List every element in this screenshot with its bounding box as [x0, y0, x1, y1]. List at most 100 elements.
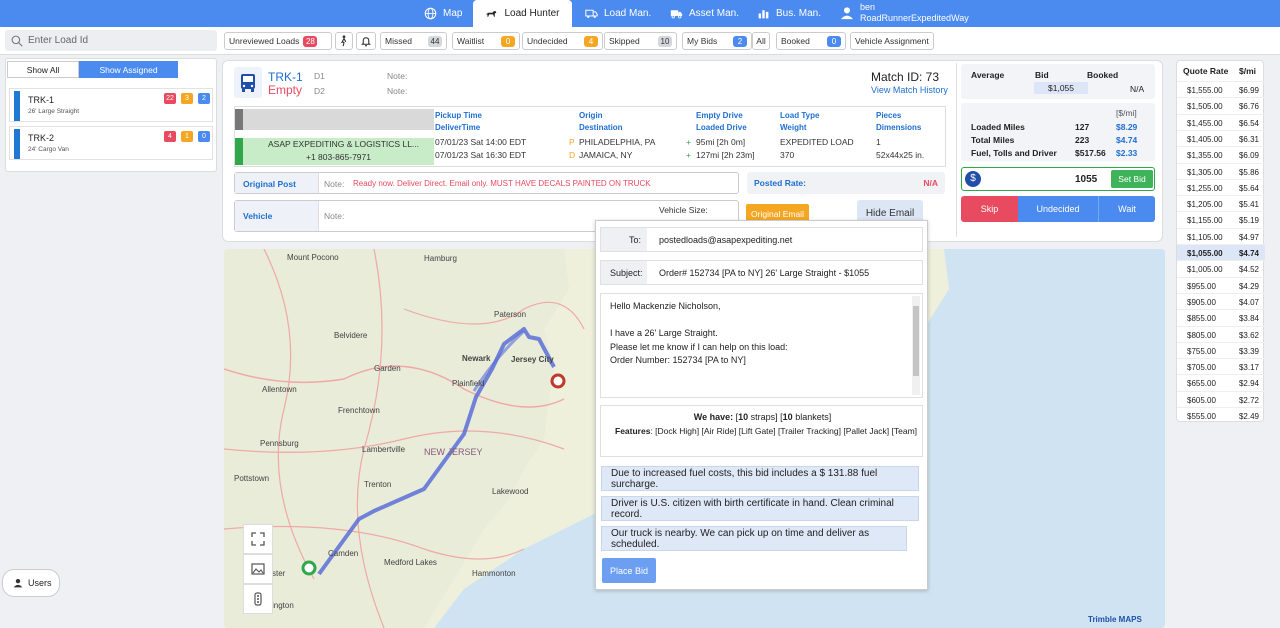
- suggestion-driver[interactable]: Driver is U.S. citizen with birth certif…: [601, 496, 919, 521]
- skipped-filter[interactable]: Skipped 10: [604, 32, 677, 50]
- map-attribution: Trimble MAPS: [1088, 615, 1142, 624]
- place-bid-button[interactable]: Place Bid: [602, 558, 656, 583]
- quote-per-mile: $4.74: [1238, 249, 1259, 258]
- truck-item-trk-2[interactable]: TRK-2 24' Cargo Van 4 1 0: [9, 126, 213, 160]
- quote-row[interactable]: $1,455.00 $6.54: [1177, 113, 1265, 130]
- notifications-button[interactable]: [356, 32, 376, 50]
- original-post-row: Original Post Note: Ready now. Deliver D…: [234, 172, 739, 194]
- map-label: Hamburg: [424, 254, 457, 263]
- quote-per-mile: $5.41: [1238, 200, 1259, 210]
- quote-row[interactable]: $1,505.00 $6.76: [1177, 97, 1265, 113]
- mybids-label: My Bids: [687, 36, 718, 46]
- quote-row[interactable]: $855.00 $3.84: [1177, 309, 1265, 325]
- show-assigned-button[interactable]: Show Assigned: [79, 61, 178, 78]
- subject-value: Order# 152734 [PA to NY] 26' Large Strai…: [659, 268, 870, 278]
- map-label: ington: [272, 601, 294, 610]
- body-scrollbar[interactable]: [912, 296, 920, 395]
- quote-row[interactable]: $705.00 $3.17: [1177, 358, 1265, 374]
- show-all-button[interactable]: Show All: [7, 61, 79, 78]
- load-truck-status: Empty: [268, 83, 303, 97]
- map-label: Newark: [462, 354, 491, 363]
- users-button[interactable]: Users: [2, 569, 60, 597]
- quote-row[interactable]: $1,355.00 $6.09: [1177, 146, 1265, 162]
- quote-per-mile: $4.52: [1238, 265, 1259, 275]
- nav-bus-man[interactable]: Bus. Man.: [757, 0, 821, 27]
- to-label: To:: [629, 235, 642, 245]
- nav-asset-man[interactable]: Asset Man.: [670, 0, 739, 27]
- quote-row[interactable]: $1,055.00 $4.74: [1177, 244, 1265, 260]
- quote-row[interactable]: $655.00 $2.94: [1177, 374, 1265, 390]
- view-match-history-link[interactable]: View Match History: [871, 85, 948, 95]
- unreviewed-loads-filter[interactable]: Unreviewed Loads 28: [224, 32, 332, 50]
- missed-filter[interactable]: Missed 44: [380, 32, 447, 50]
- map-style-button[interactable]: [243, 554, 273, 584]
- fullscreen-button[interactable]: [243, 524, 273, 554]
- vehicle-assignment-button[interactable]: Vehicle Assignment: [850, 32, 934, 50]
- map-label: Camden: [328, 549, 359, 558]
- origin-city: PHILADELPHIA, PA: [579, 137, 656, 147]
- quote-row[interactable]: $1,155.00 $5.19: [1177, 211, 1265, 227]
- fuel-value: $517.56: [1075, 148, 1106, 158]
- posted-rate-label: Posted Rate:: [754, 178, 806, 188]
- quote-row[interactable]: $1,405.00 $6.31: [1177, 129, 1265, 146]
- wait-button[interactable]: Wait: [1098, 196, 1155, 222]
- subject-field[interactable]: Subject: Order# 152734 [PA to NY] 26' La…: [600, 260, 923, 285]
- to-field[interactable]: To: postedloads@asapexpediting.net: [600, 227, 923, 252]
- quote-row[interactable]: $1,305.00 $5.86: [1177, 162, 1265, 179]
- quote-rate: $1,305.00: [1187, 167, 1223, 177]
- quote-per-mile: $2.72: [1238, 395, 1259, 405]
- truck-name: TRK-2: [28, 133, 55, 143]
- truck-item-trk-1[interactable]: TRK-1 26' Large Straight 22 3 2: [9, 88, 213, 122]
- original-post-label: Original Post: [243, 179, 296, 189]
- nav-load-hunter[interactable]: Load Hunter: [473, 0, 572, 27]
- features-value: [Dock High] [Air Ride] [Lift Gate] [Trai…: [655, 426, 918, 436]
- average-label: Average: [971, 70, 1005, 80]
- traffic-button[interactable]: [243, 584, 273, 614]
- quote-row[interactable]: $905.00 $4.07: [1177, 292, 1265, 309]
- quote-row[interactable]: $1,255.00 $5.64: [1177, 178, 1265, 195]
- quote-per-mile: $2.94: [1238, 379, 1259, 389]
- load-type: EXPEDITED LOAD: [780, 137, 854, 147]
- user-company: RoadRunnerExpeditedWay: [860, 13, 969, 23]
- truck-color-bar: [14, 91, 20, 121]
- quote-per-mile: $4.97: [1238, 232, 1259, 242]
- my-bids-filter[interactable]: My Bids 2: [682, 32, 752, 50]
- we-have-line: We have: [10 straps] [10 blankets]: [693, 412, 832, 422]
- quote-row[interactable]: $955.00 $4.29: [1177, 276, 1265, 293]
- load-weight: 370: [780, 150, 795, 160]
- search-input[interactable]: Enter Load Id: [5, 30, 217, 51]
- quote-row[interactable]: $805.00 $3.62: [1177, 325, 1265, 342]
- suggestion-fuel[interactable]: Due to increased fuel costs, this bid in…: [601, 466, 919, 491]
- nav-map[interactable]: Map: [424, 0, 462, 27]
- pieces: 1: [876, 137, 881, 147]
- bid-average-value: $1,055: [1034, 82, 1088, 94]
- quote-row[interactable]: $1,105.00 $4.97: [1177, 227, 1265, 244]
- nav-load-man[interactable]: Load Man.: [585, 0, 651, 27]
- note2-label: Note:: [387, 86, 408, 96]
- bus-icon: [234, 67, 262, 98]
- undecided-button[interactable]: Undecided: [1018, 196, 1098, 222]
- user-menu[interactable]: ben RoadRunnerExpeditedWay: [840, 2, 969, 24]
- quote-row[interactable]: $1,555.00 $6.99: [1177, 81, 1265, 97]
- loaded-plus: +: [686, 150, 691, 160]
- quote-row[interactable]: $755.00 $3.39: [1177, 341, 1265, 358]
- person-walk-button[interactable]: [335, 32, 353, 50]
- dog-icon: [486, 11, 497, 17]
- all-bids-button[interactable]: All: [752, 32, 770, 50]
- waitlist-filter[interactable]: Waitlist 0: [452, 32, 520, 50]
- set-bid-button[interactable]: Set Bid: [1111, 170, 1153, 188]
- quote-row[interactable]: $555.00 $2.49: [1177, 407, 1265, 423]
- suggestion-nearby[interactable]: Our truck is nearby. We can pick up on t…: [601, 526, 907, 551]
- we-have-label: We have:: [693, 412, 734, 422]
- map-label: Frenchtown: [338, 406, 380, 415]
- header-empty-drive: Empty Drive: [696, 111, 743, 120]
- booked-filter[interactable]: Booked 0: [776, 32, 846, 50]
- quote-row[interactable]: $1,005.00 $4.52: [1177, 260, 1265, 276]
- quote-per-mile: $6.31: [1238, 134, 1259, 144]
- skip-button[interactable]: Skip: [961, 196, 1018, 222]
- quote-row[interactable]: $1,205.00 $5.41: [1177, 195, 1265, 211]
- undecided-filter[interactable]: Undecided 4: [522, 32, 603, 50]
- email-body-textarea[interactable]: Hello Mackenzie Nicholson, I have a 26' …: [600, 293, 923, 398]
- header-loaded-drive: Loaded Drive: [696, 123, 747, 132]
- quote-row[interactable]: $605.00 $2.72: [1177, 390, 1265, 407]
